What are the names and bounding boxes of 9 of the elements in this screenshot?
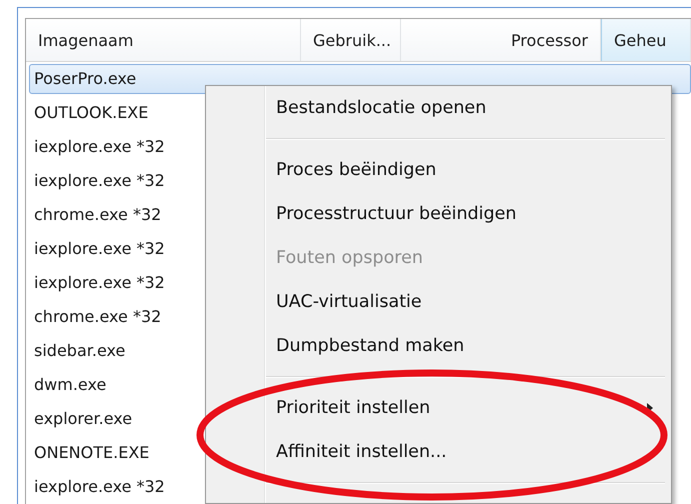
menu-item[interactable]: UAC-virtualisatie bbox=[266, 280, 671, 324]
menu-item[interactable]: Dumpbestand maken bbox=[266, 324, 671, 368]
menu-item[interactable]: Prioriteit instellen bbox=[266, 386, 671, 430]
column-header[interactable]: Imagenaam bbox=[26, 19, 301, 61]
menu-item[interactable]: Proces beëindigen bbox=[266, 148, 671, 192]
column-header[interactable]: Geheu bbox=[601, 19, 691, 61]
menu-item[interactable]: Affiniteit instellen... bbox=[266, 430, 671, 474]
menu-item[interactable]: Processtructuur beëindigen bbox=[266, 192, 671, 236]
column-header[interactable]: Gebruik... bbox=[301, 19, 401, 61]
